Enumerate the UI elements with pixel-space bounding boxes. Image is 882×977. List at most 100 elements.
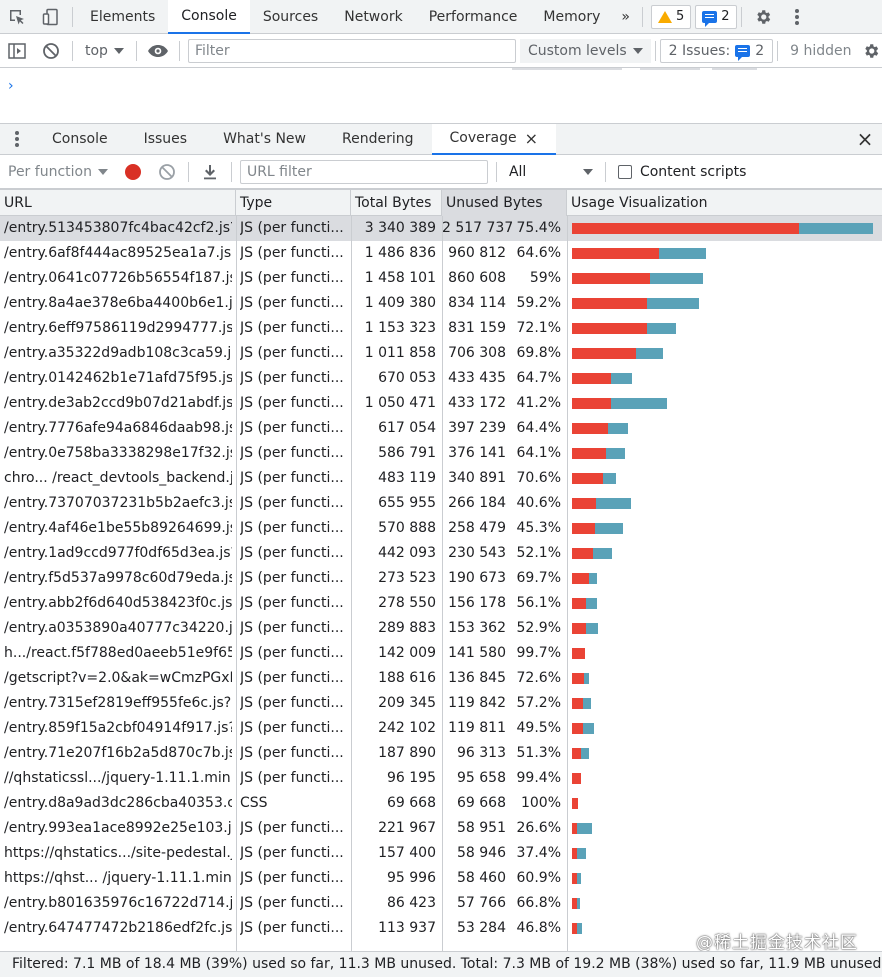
cell-url: /entry.de3ab2ccd9b07d21abdf.js?: [4, 395, 232, 411]
cell-total-bytes: 570 888: [378, 520, 436, 536]
table-row[interactable]: /entry.6af8f444ac89525ea1a7.js?p JS (per …: [0, 241, 882, 266]
close-drawer-button[interactable]: ×: [848, 122, 882, 156]
settings-gear-icon[interactable]: [746, 0, 780, 34]
usage-bar: [572, 373, 633, 384]
drawer-tab-rendering[interactable]: Rendering: [324, 124, 432, 155]
table-row[interactable]: /entry.513453807fc4bac42cf2.js?p JS (per …: [0, 216, 882, 241]
table-row[interactable]: /entry.abb2f6d640d538423f0c.js?p JS (per …: [0, 591, 882, 616]
record-button[interactable]: [116, 155, 150, 189]
usage-bar-unused-segment: [572, 348, 636, 359]
warnings-badge[interactable]: 5: [650, 4, 692, 29]
watermark: @稀土掘金技术社区: [696, 933, 858, 953]
usage-bar-used-segment: [605, 448, 625, 459]
tab-network[interactable]: Network: [331, 0, 415, 34]
column-header-unused-bytes[interactable]: Unused Bytes: [442, 190, 567, 216]
cell-type: JS (per functi...: [240, 820, 344, 836]
more-options-icon[interactable]: [780, 0, 814, 34]
console-filter-input[interactable]: [187, 38, 516, 63]
url-filter-input[interactable]: [239, 159, 488, 184]
tab-elements[interactable]: Elements: [77, 0, 168, 34]
drawer-menu-icon[interactable]: [0, 122, 34, 156]
table-row[interactable]: /entry.993ea1ace8992e25e103.js?p JS (per …: [0, 816, 882, 841]
log-levels-label: Custom levels: [527, 42, 627, 59]
table-row[interactable]: /entry.7776afe94a6846daab98.js?p JS (per …: [0, 416, 882, 441]
issues-button[interactable]: 2 Issues: 2: [659, 38, 774, 63]
resource-type-filter[interactable]: All: [501, 160, 601, 184]
cell-type: JS (per functi...: [240, 620, 344, 636]
tab-console[interactable]: Console: [168, 0, 250, 34]
drawer-tab-label: Rendering: [342, 131, 414, 147]
table-row[interactable]: /entry.71e207f16b2a5d870c7b.js?p JS (per …: [0, 741, 882, 766]
cell-unused-percent: 52.1%: [516, 545, 561, 561]
table-row[interactable]: /entry.0e758ba3338298e17f32.js?p JS (per …: [0, 441, 882, 466]
messages-badge[interactable]: 2: [695, 4, 737, 29]
cell-unused-bytes: 119 842: [448, 695, 506, 711]
table-row[interactable]: /entry.7315ef2819eff955fe6c.js?pn JS (per…: [0, 691, 882, 716]
context-selector[interactable]: top: [77, 39, 132, 63]
table-row[interactable]: h.../react.f5f788ed0aeeb51e9f65.js JS (pe…: [0, 641, 882, 666]
table-row[interactable]: /entry.a35322d9adb108c3ca59.js? JS (per f…: [0, 341, 882, 366]
cell-unused-bytes: 190 673: [448, 570, 506, 586]
table-row[interactable]: chro... /react_devtools_backend.js JS (pe…: [0, 466, 882, 491]
tab-sources[interactable]: Sources: [250, 0, 331, 34]
log-levels-dropdown[interactable]: Custom levels: [519, 38, 651, 63]
column-header-type[interactable]: Type: [236, 190, 351, 216]
cell-total-bytes: 617 054: [378, 420, 436, 436]
toolbar-divider: [604, 161, 606, 182]
cell-url: /entry.8a4ae378e6ba4400b6e1.js?: [4, 295, 232, 311]
export-download-icon[interactable]: [193, 155, 227, 189]
table-row[interactable]: /entry.b801635976c16722d714.js? JS (per f…: [0, 891, 882, 916]
table-row[interactable]: /entry.f5d537a9978c60d79eda.js?p JS (per …: [0, 566, 882, 591]
close-tab-icon[interactable]: ×: [525, 129, 538, 148]
usage-bar-unused-segment: [572, 373, 612, 384]
table-row[interactable]: //qhstaticssl.../jquery-1.11.1.min.js JS …: [0, 766, 882, 791]
console-settings-gear-icon[interactable]: [860, 34, 882, 68]
live-expression-eye-icon[interactable]: [141, 34, 175, 68]
table-row[interactable]: /entry.8a4ae378e6ba4400b6e1.js? JS (per f…: [0, 291, 882, 316]
usage-bar-used-segment: [595, 523, 624, 534]
show-sidebar-icon[interactable]: [0, 34, 34, 68]
drawer-tab-coverage[interactable]: Coverage ×: [431, 123, 556, 155]
cell-type: JS (per functi...: [240, 895, 344, 911]
table-row[interactable]: /entry.6eff97586119d2994777.js?p JS (per …: [0, 316, 882, 341]
column-header-total-bytes[interactable]: Total Bytes: [351, 190, 442, 216]
drawer-tab-issues[interactable]: Issues: [126, 124, 206, 155]
cell-unused-percent: 37.4%: [516, 845, 561, 861]
table-row[interactable]: https://qhst... /jquery-1.11.1.min.js JS …: [0, 866, 882, 891]
console-prompt[interactable]: ›: [8, 78, 14, 94]
coverage-toolbar: Per function All Content scripts: [0, 155, 882, 189]
clear-console-icon[interactable]: [34, 34, 68, 68]
toolbar-divider: [72, 6, 73, 27]
table-row[interactable]: /entry.73707037231b5b2aefc3.js?p JS (per …: [0, 491, 882, 516]
tab-performance[interactable]: Performance: [416, 0, 531, 34]
table-row[interactable]: /entry.0142462b1e71afd75f95.js?p JS (per …: [0, 366, 882, 391]
table-row[interactable]: /entry.d8a9ad3dc286cba40353.css CSS 69 668…: [0, 791, 882, 816]
column-header-usage-visualization[interactable]: Usage Visualization: [567, 190, 882, 216]
more-tabs-button[interactable]: »: [613, 0, 638, 34]
device-toolbar-icon[interactable]: [34, 0, 68, 34]
coverage-type-dropdown[interactable]: Per function: [0, 160, 116, 184]
column-divider: [351, 216, 352, 951]
tab-memory[interactable]: Memory: [530, 0, 613, 34]
table-row[interactable]: /entry.4af46e1be55b89264699.js?p JS (per …: [0, 516, 882, 541]
column-header-url[interactable]: URL: [0, 190, 236, 216]
drawer-tab-what-s-new[interactable]: What's New: [205, 124, 324, 155]
table-row[interactable]: https://qhstatics.../site-pedestal.js JS …: [0, 841, 882, 866]
inspect-element-icon[interactable]: [0, 0, 34, 34]
table-row[interactable]: /entry.a0353890a40777c34220.js?p JS (per …: [0, 616, 882, 641]
cell-url: /entry.7315ef2819eff955fe6c.js?pn: [4, 695, 232, 711]
table-row[interactable]: /entry.1ad9ccd977f0df65d3ea.js?p JS (per …: [0, 541, 882, 566]
cell-unused-percent: 72.1%: [516, 320, 561, 336]
clear-coverage-icon[interactable]: [150, 155, 184, 189]
table-row[interactable]: /entry.859f15a2cbf04914f917.js?pr JS (per…: [0, 716, 882, 741]
console-output[interactable]: ›: [0, 68, 882, 124]
usage-bar: [572, 348, 664, 359]
table-row[interactable]: /entry.de3ab2ccd9b07d21abdf.js? JS (per f…: [0, 391, 882, 416]
content-scripts-checkbox[interactable]: [617, 164, 632, 179]
usage-bar-used-segment: [649, 273, 704, 284]
content-scripts-toggle[interactable]: Content scripts: [617, 164, 746, 180]
table-row[interactable]: /entry.0641c07726b56554f187.js?p JS (per …: [0, 266, 882, 291]
table-row[interactable]: /getscript?v=2.0&ak=wCmzPGxDf JS (per fun…: [0, 666, 882, 691]
coverage-type-label: Per function: [8, 163, 92, 180]
drawer-tab-console[interactable]: Console: [34, 124, 126, 155]
